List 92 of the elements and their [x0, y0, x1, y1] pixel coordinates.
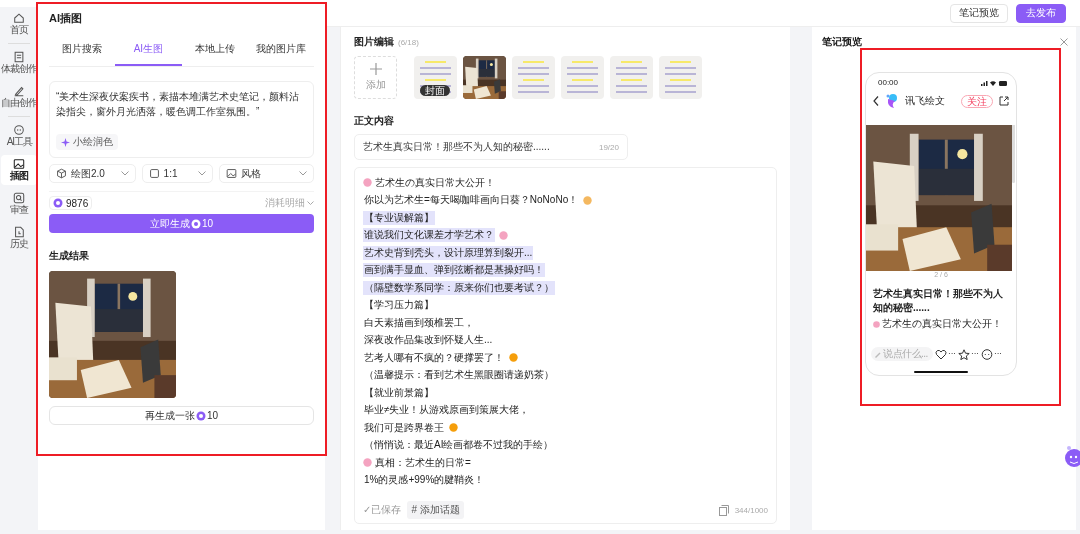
- char-count: 19/20: [598, 142, 619, 152]
- pen-icon: [13, 85, 25, 97]
- tab[interactable]: AI生图: [115, 36, 182, 66]
- back-icon: [873, 96, 879, 106]
- count-text: ···: [948, 350, 956, 358]
- body-line: 我们可是跨界卷王: [363, 420, 445, 435]
- sidebar-item[interactable]: 自由创作: [1, 82, 37, 112]
- sidebar-item[interactable]: 历史: [1, 223, 37, 253]
- prompt-text: “美术生深夜伏案疾书，素描本堆满艺术史笔记，颜料沾染指尖，窗外月光洒落，暖色调工作室氛围。”: [56, 90, 301, 119]
- add-topic-button[interactable]: # 添加话题: [407, 501, 464, 519]
- preview-button[interactable]: 笔记预览: [950, 3, 1008, 23]
- note-excerpt: 艺术生の真实日常大公开！: [866, 317, 1016, 331]
- text-card-thumbnail[interactable]: [512, 56, 555, 99]
- coin-icon: [53, 198, 63, 208]
- author-name: 讯飞绘文: [905, 94, 945, 108]
- body-line: 毕业≠失业！从游戏原画到策展大佬，: [363, 403, 531, 418]
- polish-button[interactable]: 小绘润色: [56, 134, 118, 150]
- close-icon: [1060, 38, 1068, 46]
- body-editor[interactable]: [354, 167, 777, 524]
- section-title: 正文内容: [354, 114, 395, 128]
- section-title: 生成结果: [49, 249, 89, 263]
- heart-icon: [935, 348, 947, 360]
- panel-title: 笔记预览: [822, 35, 862, 49]
- pencil-icon: [874, 350, 881, 358]
- body-line: （温馨提示：看到艺术生黑眼圈请递奶茶）: [363, 368, 555, 383]
- body-line: 【就业前景篇】: [363, 385, 435, 400]
- history-icon: [13, 226, 25, 238]
- sidebar-item[interactable]: 审查: [1, 189, 37, 219]
- tab[interactable]: 我的图片库: [247, 36, 314, 66]
- text-card-thumbnail[interactable]: [561, 56, 604, 99]
- text-card-thumbnail[interactable]: [610, 56, 653, 99]
- body-line: 你以为艺术生=每天喝咖啡画向日葵？NoNoNo！: [363, 193, 580, 208]
- tab[interactable]: 图片搜索: [49, 36, 116, 66]
- image-icon: [13, 158, 25, 170]
- body-line: 深夜改作品集改到怀疑人生...: [363, 333, 494, 348]
- chevron-icon: [307, 200, 314, 206]
- document-icon: [13, 51, 25, 63]
- chevron-icon: [299, 171, 307, 176]
- body-line: 真相：艺术生的日常=: [374, 455, 472, 470]
- regenerate-button[interactable]: 再生成一张 10: [49, 406, 314, 425]
- home-icon: [13, 12, 25, 24]
- image-icon: [225, 168, 237, 179]
- copy-icon: [718, 504, 729, 516]
- avatar-icon: [885, 93, 899, 109]
- dropdown[interactable]: 绘图2.0: [49, 164, 136, 183]
- sidebar-item[interactable]: AI工具: [1, 121, 37, 151]
- credit-balance: 9876: [49, 196, 93, 210]
- emoji-icon: [873, 320, 880, 328]
- image-count: (6/18): [398, 38, 419, 47]
- sidebar-item[interactable]: 首页: [1, 9, 37, 39]
- cube-icon: [56, 168, 67, 179]
- note-title: 艺术生真实日常！那些不为人知的秘密......: [872, 287, 1004, 315]
- body-line: 白天素描画到颈椎罢工，: [363, 315, 475, 330]
- char-count: 344/1000: [734, 505, 768, 515]
- review-icon: [13, 192, 25, 204]
- title-text: 艺术生真实日常！那些不为人知的秘密......: [363, 140, 550, 154]
- title-field[interactable]: 艺术生真实日常！那些不为人知的秘密...... 19/20: [354, 134, 628, 160]
- chevron-icon: [197, 171, 206, 176]
- home-indicator: [914, 371, 968, 373]
- body-line: 艺考人哪有不疯的？硬撑罢了！: [363, 350, 505, 365]
- plus-icon: [369, 63, 382, 75]
- chevron-icon: [120, 171, 129, 176]
- body-line: （悄悄说：最近AI绘画都卷不过我的手绘）: [363, 438, 555, 453]
- robot-icon: [13, 124, 25, 136]
- count-text: ···: [971, 350, 979, 358]
- text-card-thumbnail[interactable]: [659, 56, 702, 99]
- sparkle-icon: [61, 137, 70, 147]
- body-line: 1%的灵感+99%的腱鞘炎！: [363, 473, 486, 488]
- section-title: 图片编辑: [354, 35, 394, 49]
- cover-badge: 封面: [420, 85, 450, 96]
- share-icon: [999, 96, 1009, 106]
- body-line: 【学习压力篇】: [363, 298, 435, 313]
- status-icons: [981, 79, 1007, 86]
- saved-status: ✓已保存: [363, 503, 402, 517]
- sidebar-item[interactable]: 插图: [1, 155, 37, 185]
- panel-title: AI插图: [49, 11, 82, 26]
- count-text: ···: [994, 350, 1002, 358]
- star-icon: [958, 348, 970, 360]
- text-card-thumbnail[interactable]: [414, 56, 457, 99]
- coin-icon: [190, 218, 201, 229]
- status-time: 00:00: [878, 78, 899, 87]
- generate-button[interactable]: 立即生成 10: [49, 214, 314, 233]
- body-line: 艺术生の真实日常大公开！: [374, 175, 496, 190]
- tab[interactable]: 本地上传: [181, 36, 248, 66]
- sidebar-item[interactable]: 体裁创作: [1, 48, 37, 78]
- prompt-field[interactable]: “美术生深夜伏案疾书，素描本堆满艺术史笔记，颜料沾染指尖，窗外月光洒落，暖色调工作室氛围。” 小绘润色: [49, 81, 314, 158]
- coin-icon: [195, 410, 206, 421]
- dropdown[interactable]: 风格: [218, 164, 314, 183]
- publish-button[interactable]: 去发布: [1016, 3, 1066, 23]
- dropdown[interactable]: 1:1: [141, 164, 213, 183]
- comment-icon: [981, 348, 993, 360]
- square-icon: [148, 168, 160, 179]
